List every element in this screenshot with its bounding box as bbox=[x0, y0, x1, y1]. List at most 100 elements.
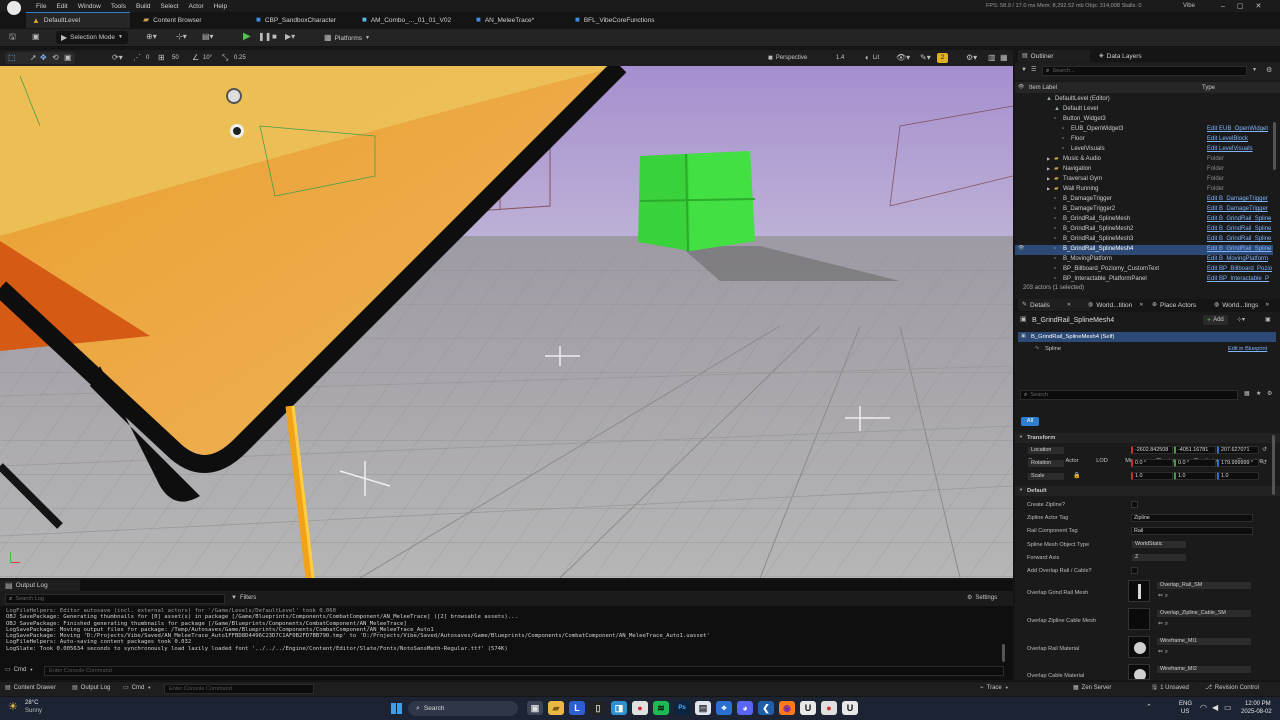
outliner-row[interactable]: ▫ Button_Widget3 bbox=[1015, 115, 1273, 125]
move-icon[interactable]: ✥ bbox=[40, 54, 47, 62]
component-self-row[interactable]: ▣ B_GrindRail_SplineMesh4 (Self) bbox=[1018, 332, 1276, 342]
browse-icon[interactable]: ⇐ ⌕ bbox=[1158, 621, 1168, 627]
col-item-label[interactable]: Item Label bbox=[1029, 85, 1057, 91]
tab-world-partition[interactable]: ◍ World...tition ✕ bbox=[1084, 299, 1147, 311]
console-command-input[interactable]: Enter Console Command bbox=[164, 684, 314, 694]
spotify-icon[interactable]: ≋ bbox=[653, 701, 669, 715]
chrome-alt-icon[interactable]: ● bbox=[821, 701, 837, 715]
outliner-row-type[interactable]: Edit B_GrindRail_Spline bbox=[1207, 216, 1271, 222]
menu-window[interactable]: Window bbox=[73, 3, 106, 10]
reset-arrow-icon[interactable]: ↺ bbox=[1262, 447, 1267, 453]
menu-build[interactable]: Build bbox=[131, 3, 155, 10]
tab-an-meleetrace[interactable]: ■ AN_MeleeTrace* bbox=[470, 12, 566, 28]
location-dropdown[interactable]: Location bbox=[1027, 446, 1065, 455]
add-actor-icon[interactable]: ⊕▾ bbox=[146, 33, 157, 41]
zipline-actor-tag-input[interactable]: Zipline bbox=[1131, 514, 1253, 522]
play-icon[interactable]: ▶ bbox=[243, 32, 251, 42]
outliner-row[interactable]: ▶ ▰ Wall Running Folder bbox=[1015, 185, 1273, 195]
notepad-icon[interactable]: ▤ bbox=[695, 701, 711, 715]
select-tool-icon[interactable]: ⬚ bbox=[8, 54, 16, 62]
blueprint-options-icon[interactable]: ⊹▾ bbox=[1237, 317, 1245, 323]
tab-bfl-vibecorefunctions[interactable]: ■ BFL_VibeCoreFunctions bbox=[569, 12, 689, 28]
maximize-icon[interactable]: ▢ bbox=[1237, 2, 1244, 10]
realtime-icon[interactable]: ✎▾ bbox=[920, 54, 931, 62]
log-settings-button[interactable]: ⚙ Settings bbox=[967, 595, 997, 601]
lit-dropdown[interactable]: ◐ Lit bbox=[865, 52, 879, 64]
close-icon[interactable]: ✕ bbox=[1067, 302, 1071, 308]
maps-icon[interactable]: ⌖ bbox=[716, 701, 732, 715]
add-component-button[interactable]: + Add bbox=[1203, 315, 1228, 325]
content-icon[interactable]: ▣ bbox=[32, 33, 40, 41]
outliner-row[interactable]: ▫ B_GrindRail_SplineMesh2 Edit B_GrindRail… bbox=[1015, 225, 1273, 235]
snap-grid-value[interactable]: 50 bbox=[172, 55, 179, 61]
file-explorer-icon[interactable]: ▰ bbox=[548, 701, 564, 715]
volume-icon[interactable]: ◀ bbox=[1212, 704, 1218, 712]
tab-data-layers[interactable]: ◈ Data Layers bbox=[1095, 50, 1146, 62]
world-local-icon[interactable]: ⟳▾ bbox=[112, 54, 123, 62]
taskbar-search[interactable]: ⌕ Search bbox=[408, 701, 518, 716]
outliner-row[interactable]: ▫ BP_Interactable_PlatformPanel Edit BP_In… bbox=[1015, 275, 1273, 285]
zen-server-button[interactable]: ▦ Zen Server bbox=[1073, 685, 1111, 691]
create-zipline-checkbox[interactable] bbox=[1131, 501, 1138, 508]
cmd-dropdown[interactable]: ▭ Cmd ▼ bbox=[123, 685, 151, 691]
fov-value[interactable]: 1.4 bbox=[836, 55, 844, 61]
launch-icon[interactable]: ▶▾ bbox=[285, 33, 295, 41]
tab-place-actors[interactable]: ⊕ Place Actors bbox=[1148, 299, 1200, 311]
outliner-row[interactable]: ▫ LevelVisuals Edit LevelVisuals bbox=[1015, 145, 1273, 155]
overlap-grind-rail-mesh-dropdown[interactable]: Overlap_Rail_SM bbox=[1156, 581, 1252, 590]
add-overlap-checkbox[interactable] bbox=[1131, 567, 1138, 574]
category-lod[interactable]: LOD bbox=[1089, 456, 1115, 465]
tab-world-settings[interactable]: ◍ World...tings ✕ bbox=[1210, 299, 1273, 311]
menu-help[interactable]: Help bbox=[209, 3, 232, 10]
outliner-row[interactable]: ▫ B_DamageTrigger2 Edit B_DamageTrigger bbox=[1015, 205, 1273, 215]
settings-icon[interactable]: ⚙ bbox=[1266, 67, 1272, 74]
overlap-rail-material-dropdown[interactable]: Wireframe_MI1 bbox=[1156, 637, 1252, 646]
col-type[interactable]: Type bbox=[1202, 85, 1215, 91]
language[interactable]: ENG bbox=[1179, 701, 1192, 707]
outliner-row[interactable]: ▫ EUB_OpenWidget3 Edit EUB_OpenWidget bbox=[1015, 125, 1273, 135]
stop-icon[interactable]: ■ bbox=[272, 33, 277, 41]
maximize-viewport-icon[interactable]: ▦ bbox=[1000, 54, 1008, 62]
outliner-row-type[interactable]: Edit B_GrindRail_Spline bbox=[1207, 246, 1271, 252]
scale-z[interactable]: 1.0 bbox=[1217, 472, 1259, 480]
outliner-row[interactable]: ▫ B_GrindRail_SplineMesh Edit B_GrindRail_… bbox=[1015, 215, 1273, 225]
layout-icon[interactable]: ▥ bbox=[988, 54, 996, 62]
platforms-dropdown[interactable]: ▦ Platforms ▼ bbox=[324, 32, 370, 44]
battery-icon[interactable]: ▭ bbox=[1224, 704, 1232, 712]
outliner-row-type[interactable]: Edit BP_Billboard_Pozio bbox=[1207, 266, 1272, 272]
outliner-row-type[interactable]: Edit LevelBlock bbox=[1207, 136, 1248, 142]
skylight-icon[interactable] bbox=[226, 88, 242, 104]
reset-arrow-icon[interactable]: ↺ bbox=[1262, 460, 1267, 466]
log-scrollbar[interactable] bbox=[1002, 644, 1005, 662]
filter-icon[interactable]: ☰ bbox=[1031, 67, 1036, 73]
rotation-x[interactable]: 0.0 ° bbox=[1131, 459, 1173, 467]
outliner-row[interactable]: 👁 ▫ B_GrindRail_SplineMesh4 Edit B_GrindRai… bbox=[1015, 245, 1273, 255]
chevron-down-icon[interactable]: ▼ bbox=[1019, 435, 1023, 439]
menu-file[interactable]: File bbox=[31, 3, 51, 10]
menu-edit[interactable]: Edit bbox=[51, 3, 72, 10]
tab-cbp-sandboxcharacter[interactable]: ■ CBP_SandboxCharacter bbox=[250, 12, 350, 28]
settings-icon[interactable]: ⚙▾ bbox=[966, 54, 977, 62]
task-view-icon[interactable]: ▣ bbox=[527, 701, 543, 715]
cinematics-icon[interactable]: ▤▾ bbox=[202, 33, 214, 41]
outliner-row[interactable]: ▶ ▰ Traversal Gym Folder bbox=[1015, 175, 1273, 185]
revision-control-button[interactable]: ⎇ Revision Control bbox=[1205, 685, 1259, 691]
edit-in-blueprint-link[interactable]: Edit in Blueprint bbox=[1228, 346, 1267, 352]
lock-icon[interactable]: ▣ bbox=[1265, 317, 1271, 323]
location-y[interactable]: -4051.16781 bbox=[1174, 446, 1216, 454]
unreal-editor-alt-icon[interactable]: U bbox=[842, 701, 858, 715]
outliner-row[interactable]: ▶ ▰ Navigation Folder bbox=[1015, 165, 1273, 175]
close-icon[interactable]: ✕ bbox=[1256, 2, 1262, 10]
level-viewport[interactable] bbox=[0, 66, 1013, 578]
snap-translate-value[interactable]: 0 bbox=[146, 55, 149, 61]
chevron-down-icon[interactable]: ▼ bbox=[1019, 488, 1023, 492]
tab-defaultlevel[interactable]: ▲ DefaultLevel bbox=[26, 12, 130, 28]
forward-axis-dropdown[interactable]: Z bbox=[1131, 553, 1187, 562]
camera-speed-badge[interactable]: 2 bbox=[937, 53, 948, 63]
save-icon[interactable]: 🖫 bbox=[9, 33, 16, 41]
overlap-cable-material-dropdown[interactable]: Wireframe_MI2 bbox=[1156, 665, 1252, 674]
trace-button[interactable]: ⌁ Trace ▼ bbox=[980, 685, 1009, 691]
wifi-icon[interactable]: ◠ bbox=[1200, 704, 1207, 712]
minimize-icon[interactable]: – bbox=[1221, 3, 1225, 10]
visibility-eye-icon[interactable]: 👁 bbox=[1018, 246, 1024, 251]
